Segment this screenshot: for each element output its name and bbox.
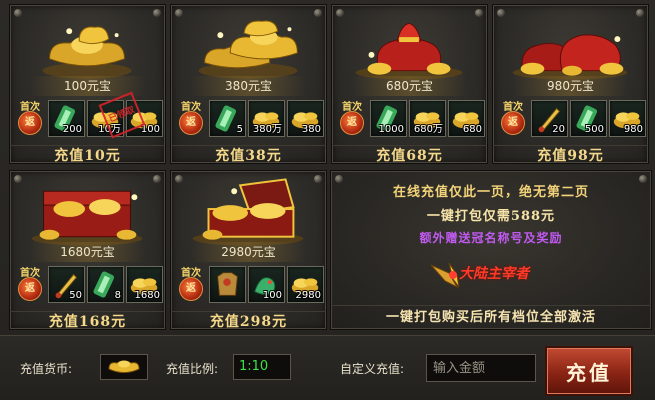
item-quantity: 2980	[295, 290, 321, 301]
treasure-bag-icon	[355, 22, 463, 80]
promo-bonus-text: 额外赠送冠名称号及奖励	[419, 231, 563, 245]
ingot-amount: 980元宝	[513, 76, 628, 96]
item-quantity: 980	[623, 124, 643, 135]
price-label: 充值38元	[171, 145, 326, 165]
reward-item-1[interactable]: 20	[531, 100, 568, 137]
reward-item-3[interactable]: 1680	[126, 266, 163, 303]
item-quantity: 8	[114, 290, 121, 301]
reward-item-1[interactable]: 50	[48, 266, 85, 303]
item-quantity: 380	[301, 124, 321, 135]
reward-item-3[interactable]: 680	[448, 100, 485, 137]
first-bonus-seal: 返	[340, 111, 364, 135]
recharge-input-bar: 充值货币: 充值比例: 1:10 自定义充值: 充值	[0, 335, 655, 400]
reward-item-1[interactable]: 200	[48, 100, 85, 137]
treasure-chest-icon	[31, 190, 143, 246]
item-quantity: 1000	[378, 124, 404, 135]
reward-item-2[interactable]: 8	[87, 266, 124, 303]
reward-item-1[interactable]: 5	[209, 100, 246, 137]
first-bonus-seal: 返	[179, 111, 203, 135]
recharge-tier-card-5[interactable]: 1680元宝 首次 返 50 8 1680 充值168元	[9, 170, 166, 330]
first-bonus-seal: 返	[179, 277, 203, 301]
recharge-tier-card-4[interactable]: 980元宝 首次 返 20 500 980 充值98元	[492, 4, 649, 164]
treasure-chest-icon	[192, 178, 304, 246]
custom-amount-label: 自定义充值:	[340, 362, 405, 376]
reward-item-1[interactable]: 1000	[370, 100, 407, 137]
item-quantity: 680万	[413, 124, 443, 135]
item-quantity: 380万	[252, 124, 282, 135]
ingot-amount: 680元宝	[352, 76, 467, 96]
recharge-tier-card-6[interactable]: 2980元宝 首次 返 100 2980 充值298元	[170, 170, 327, 330]
currency-label: 充值货币:	[20, 362, 73, 376]
item-quantity: 100	[140, 124, 160, 135]
item-quantity: 500	[584, 124, 604, 135]
reward-item-1[interactable]	[209, 266, 246, 303]
item-quantity: 1680	[134, 290, 160, 301]
item-quantity: 20	[552, 124, 565, 135]
reward-item-3[interactable]: 980	[609, 100, 646, 137]
gold-ingot-icon	[42, 26, 132, 79]
ratio-label: 充值比例:	[166, 362, 219, 376]
item-quantity: 200	[62, 124, 82, 135]
recharge-tier-card-3[interactable]: 680元宝 首次 返 1000 680万 680 充值68元	[331, 4, 488, 164]
reward-item-2[interactable]: 100	[248, 266, 285, 303]
price-label: 充值68元	[332, 145, 487, 165]
promo-footer: 一键打包购买后所有档位全部激活	[331, 305, 651, 329]
first-bonus-seal: 返	[18, 111, 42, 135]
promo-headline: 在线充值仅此一页，绝无第二页	[392, 185, 589, 200]
ingot-amount: 2980元宝	[191, 242, 306, 262]
item-quantity: 680	[462, 124, 482, 135]
price-label: 充值10元	[10, 145, 165, 165]
reward-item-3[interactable]: 380	[287, 100, 324, 137]
title-badge-text: 大陆主宰者	[459, 266, 529, 282]
item-quantity: 50	[69, 290, 82, 301]
recharge-tier-card-2[interactable]: 380元宝 首次 返 5 380万 380 充值38元	[170, 4, 327, 164]
ratio-value: 1:10	[233, 354, 291, 380]
price-label: 充值98元	[493, 145, 648, 165]
reward-item-2[interactable]: 500	[570, 100, 607, 137]
treasure-bag-icon	[512, 34, 628, 80]
currency-selector[interactable]	[100, 354, 148, 380]
first-bonus-seal: 返	[501, 111, 525, 135]
price-label: 充值298元	[171, 311, 326, 331]
recharge-button[interactable]: 充值	[545, 346, 633, 396]
recharge-tier-card-1[interactable]: 100元宝 首次 返 200 10万 100 已领取 充值10元	[9, 4, 166, 164]
item-quantity: 100	[262, 290, 282, 301]
bundle-promo-panel[interactable]: 在线充值仅此一页，绝无第二页 一键打包仅需588元 额外赠送冠名称号及奖励 大陆…	[330, 170, 652, 330]
recharge-panel: 100元宝 首次 返 200 10万 100 已领取 充值10元 380元宝 首	[0, 0, 655, 400]
reward-item-3[interactable]: 2980	[287, 266, 324, 303]
gold-ingot-icon	[108, 360, 140, 373]
first-bonus-seal: 返	[18, 277, 42, 301]
promo-bundle-price: 一键打包仅需588元	[426, 209, 556, 224]
ingot-amount: 380元宝	[191, 76, 306, 96]
price-label: 充值168元	[10, 311, 165, 331]
reward-item-2[interactable]: 680万	[409, 100, 446, 137]
reward-item-2[interactable]: 380万	[248, 100, 285, 137]
item-quantity: 5	[236, 124, 243, 135]
gold-ingot-icon	[198, 20, 298, 79]
amount-input[interactable]	[426, 354, 536, 382]
ingot-amount: 1680元宝	[30, 242, 145, 262]
armor-icon	[217, 272, 238, 296]
